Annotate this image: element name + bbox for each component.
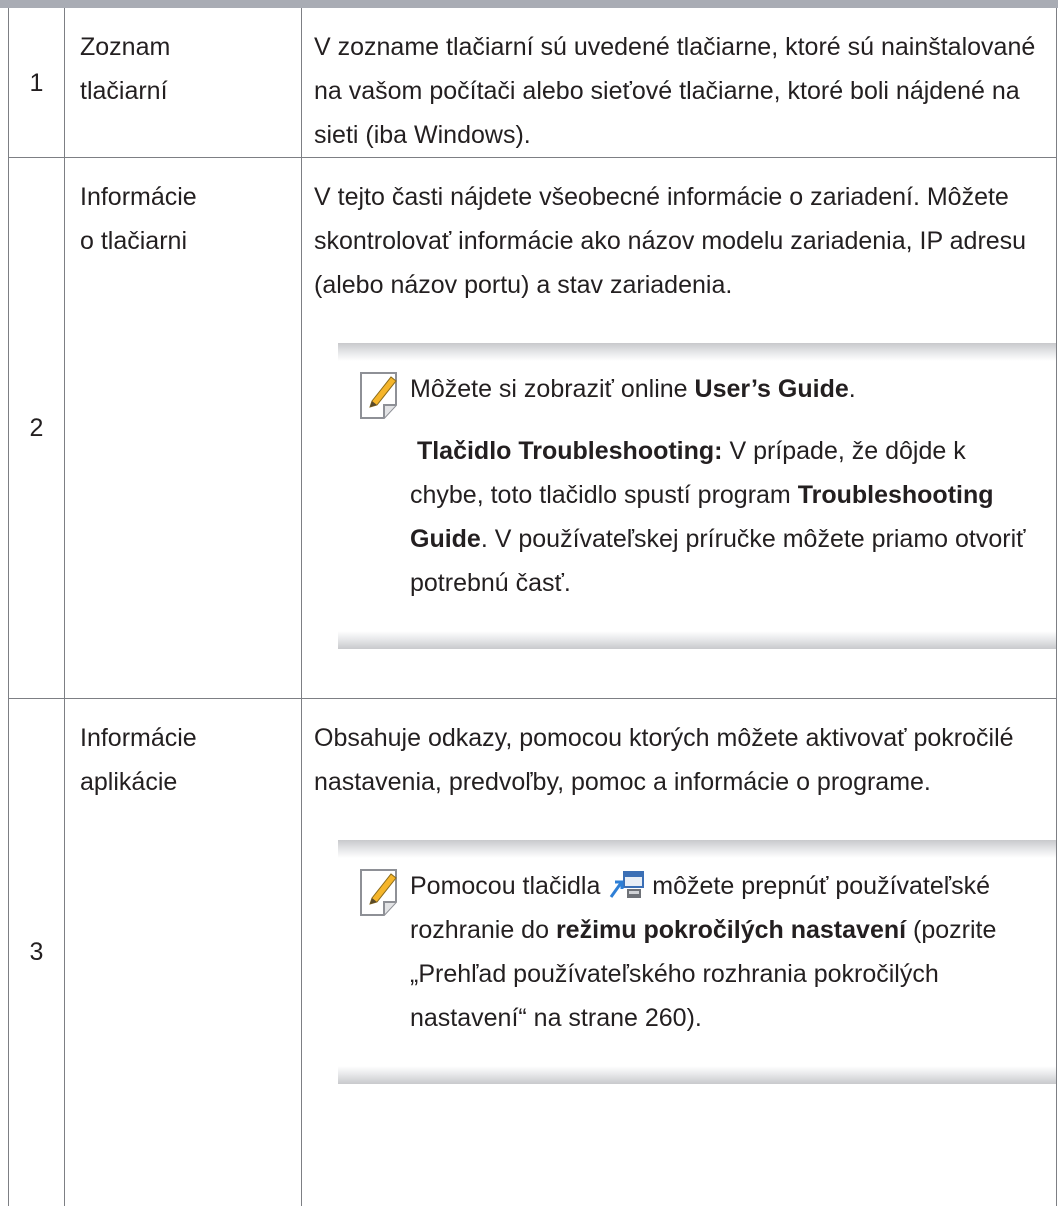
row-number: 1 bbox=[29, 68, 44, 97]
row-name-line: aplikácie bbox=[80, 768, 178, 796]
table-top-rule bbox=[0, 0, 1058, 8]
note-paragraph: Môžete si zobraziť online User’s Guide. bbox=[410, 375, 856, 403]
switch-mode-icon bbox=[610, 871, 645, 898]
note-bottom-rule bbox=[338, 1066, 1056, 1084]
note-box: Môžete si zobraziť online User’s Guide. … bbox=[338, 343, 1056, 649]
row-description: Obsahuje odkazy, pomocou ktorých môžete … bbox=[314, 724, 1014, 796]
row-number-cell: 2 bbox=[8, 157, 65, 699]
row-name-line: o tlačiarni bbox=[80, 227, 187, 255]
row-name-cell: Informácie o tlačiarni bbox=[64, 157, 302, 699]
note-paragraph: Pomocou tlačidla môžete prepnúť používat… bbox=[410, 871, 997, 1032]
row-description-cell: V zozname tlačiarní sú uvedené tlačiarne… bbox=[301, 8, 1057, 158]
note-box: Pomocou tlačidla môžete prepnúť používat… bbox=[338, 840, 1056, 1084]
row-name-line: tlačiarní bbox=[80, 77, 168, 105]
row-number-cell: 1 bbox=[8, 8, 65, 158]
note-pencil-icon bbox=[360, 869, 397, 916]
row-description: V zozname tlačiarní sú uvedené tlačiarne… bbox=[314, 33, 1036, 149]
row-name-line: Informácie bbox=[80, 183, 197, 211]
table-row: 2 Informácie o tlačiarni V tejto časti n… bbox=[8, 157, 1057, 699]
note-bottom-rule bbox=[338, 631, 1056, 649]
row-description: V tejto časti nájdete všeobecné informác… bbox=[314, 183, 1027, 299]
row-name-line: Informácie bbox=[80, 724, 197, 752]
row-number-cell: 3 bbox=[8, 698, 65, 1206]
row-name-line: Zoznam bbox=[80, 33, 171, 61]
table-row: 3 Informácie aplikácie Obsahuje odkazy, … bbox=[8, 698, 1057, 1206]
table-row: 1 Zoznam tlačiarní V zozname tlačiarní s… bbox=[8, 8, 1057, 158]
row-description-cell: V tejto časti nájdete všeobecné informác… bbox=[301, 157, 1057, 699]
row-number: 3 bbox=[29, 938, 44, 967]
row-name-cell: Informácie aplikácie bbox=[64, 698, 302, 1206]
note-pencil-icon bbox=[360, 372, 397, 419]
row-number: 2 bbox=[29, 414, 44, 442]
note-paragraph: Tlačidlo Troubleshooting: V prípade, že … bbox=[410, 437, 1026, 597]
row-description-cell: Obsahuje odkazy, pomocou ktorých môžete … bbox=[301, 698, 1057, 1206]
row-name-cell: Zoznam tlačiarní bbox=[64, 8, 302, 158]
description-table: 1 Zoznam tlačiarní V zozname tlačiarní s… bbox=[8, 8, 1057, 1206]
